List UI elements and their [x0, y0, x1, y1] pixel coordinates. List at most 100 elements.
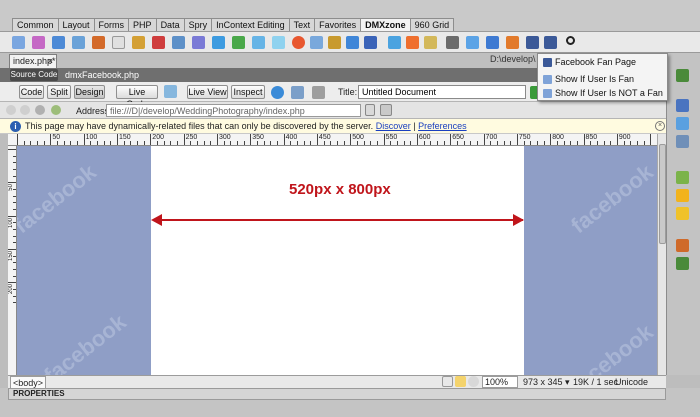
- address-dropdown-icon[interactable]: [365, 104, 375, 116]
- facebook-icon[interactable]: [544, 36, 557, 49]
- reload-icon[interactable]: [51, 105, 61, 115]
- live-code-button[interactable]: Live Code: [116, 85, 158, 109]
- ruler-tick: [450, 134, 452, 145]
- transfer-icon[interactable]: [446, 36, 459, 49]
- menu-item-facebook-fan-page[interactable]: Facebook Fan Page: [540, 55, 666, 69]
- database-icon[interactable]: [192, 36, 205, 49]
- menu-item-show-if-not-fan[interactable]: Show If User Is NOT a Fan: [540, 86, 666, 100]
- grid-icon[interactable]: [212, 36, 225, 49]
- check-browser-icon[interactable]: [164, 85, 177, 98]
- zoom-tool-icon[interactable]: [468, 376, 479, 387]
- source-code-button[interactable]: Source Code: [10, 69, 58, 81]
- tab-text[interactable]: Text: [288, 18, 316, 31]
- ruler-tick: [13, 202, 16, 204]
- lightbox-icon[interactable]: [92, 36, 105, 49]
- insert-icon-bar: [0, 31, 700, 53]
- code-view-button[interactable]: Code: [19, 85, 44, 99]
- related-file-link[interactable]: dmxFacebook.php: [65, 69, 139, 81]
- tab-common[interactable]: Common: [12, 18, 59, 31]
- panel-css-icon[interactable]: [676, 117, 689, 130]
- panel-excel-icon[interactable]: [676, 69, 689, 82]
- design-canvas[interactable]: facebook facebook facebook facebook 520p…: [17, 146, 657, 375]
- preview-browser-icon[interactable]: [271, 86, 284, 99]
- view-options-icon[interactable]: [312, 86, 325, 99]
- flash-icon[interactable]: [52, 36, 65, 49]
- twitter-icon[interactable]: [346, 36, 359, 49]
- table-icon[interactable]: [152, 36, 165, 49]
- forward-icon[interactable]: [20, 105, 30, 115]
- ruler-tick: [76, 141, 78, 145]
- stop-icon[interactable]: [35, 105, 45, 115]
- panel-lightning-icon[interactable]: [676, 207, 689, 220]
- back-icon[interactable]: [6, 105, 16, 115]
- tab-960-grid[interactable]: 960 Grid: [409, 18, 455, 31]
- panel-snippet-icon[interactable]: [676, 257, 689, 270]
- select-tool-icon[interactable]: [442, 376, 453, 387]
- discover-link[interactable]: Discover: [376, 121, 411, 131]
- tab-favorites[interactable]: Favorites: [314, 18, 362, 31]
- tab-data[interactable]: Data: [155, 18, 185, 31]
- panel-file-icon[interactable]: [676, 171, 689, 184]
- close-tab-icon[interactable]: ×: [48, 55, 53, 68]
- feed-icon[interactable]: [364, 36, 377, 49]
- split-view-button[interactable]: Split: [47, 85, 71, 99]
- insert-icon[interactable]: [12, 36, 25, 49]
- hand-tool-icon[interactable]: [455, 376, 466, 387]
- document-tab[interactable]: index.php* ×: [9, 54, 57, 68]
- search-icon[interactable]: [566, 36, 575, 45]
- window-size-dropdown-icon[interactable]: ▾: [565, 377, 570, 388]
- tab-dmxzone[interactable]: DMXzone: [360, 18, 411, 31]
- fullscreen-icon[interactable]: [424, 36, 437, 49]
- ruler-tick: [230, 141, 232, 145]
- image-icon[interactable]: [32, 36, 45, 49]
- tab-php[interactable]: PHP: [128, 18, 157, 31]
- fullscreen-arrows-icon[interactable]: [486, 36, 499, 49]
- tab-forms[interactable]: Forms: [93, 18, 130, 31]
- vertical-scrollbar[interactable]: [657, 134, 666, 375]
- widget-icon[interactable]: [72, 36, 85, 49]
- map-icon[interactable]: [252, 36, 265, 49]
- calendar-icon[interactable]: [112, 36, 125, 49]
- live-view-button[interactable]: Live View: [187, 85, 228, 99]
- panel-link-icon[interactable]: [676, 135, 689, 148]
- panel-chart-icon[interactable]: [676, 99, 689, 112]
- shield-icon[interactable]: [272, 36, 285, 49]
- slideshow-icon[interactable]: [132, 36, 145, 49]
- tab-incontext-editing[interactable]: InContext Editing: [211, 18, 290, 31]
- refresh-icon[interactable]: [291, 86, 304, 99]
- design-view-button[interactable]: Design: [74, 85, 105, 99]
- cursor-icon[interactable]: [526, 36, 539, 49]
- panel-sitemap-icon[interactable]: [676, 239, 689, 252]
- close-info-icon[interactable]: ×: [655, 121, 665, 131]
- share-icon[interactable]: [506, 36, 519, 49]
- left-gutter: facebook facebook: [17, 146, 151, 375]
- panel-asset-icon[interactable]: [676, 189, 689, 202]
- layout-icon[interactable]: [466, 36, 479, 49]
- tools-icon[interactable]: [406, 36, 419, 49]
- facebook-dropdown-menu: Facebook Fan Page Show If User Is Fan Sh…: [537, 53, 668, 101]
- tab-layout[interactable]: Layout: [57, 18, 95, 31]
- form-icon[interactable]: [172, 36, 185, 49]
- headphones-icon[interactable]: [388, 36, 401, 49]
- browser-options-icon[interactable]: [380, 104, 392, 116]
- inspect-button[interactable]: Inspect: [231, 85, 265, 99]
- ruler-tick: [463, 141, 465, 145]
- window-size[interactable]: 973 x 345: [523, 377, 563, 388]
- tabs-icon[interactable]: [232, 36, 245, 49]
- arrow-right-icon: [513, 214, 524, 226]
- ruler-tick: [470, 141, 472, 145]
- address-input[interactable]: [106, 104, 361, 117]
- ruler-tick: [623, 141, 625, 145]
- ruler-label: 200: [152, 134, 164, 141]
- menu-icon[interactable]: [328, 36, 341, 49]
- title-input[interactable]: [358, 85, 526, 99]
- tab-spry[interactable]: Spry: [183, 18, 213, 31]
- menu-item-label: Facebook Fan Page: [555, 57, 637, 67]
- zoom-select[interactable]: 100%: [482, 376, 518, 388]
- video-icon[interactable]: [292, 36, 305, 49]
- properties-header[interactable]: PROPERTIES: [8, 388, 666, 400]
- menu-item-show-if-fan[interactable]: Show If User Is Fan: [540, 72, 666, 86]
- chart-icon[interactable]: [310, 36, 323, 49]
- scroll-thumb[interactable]: [659, 144, 666, 244]
- preferences-link[interactable]: Preferences: [418, 121, 467, 131]
